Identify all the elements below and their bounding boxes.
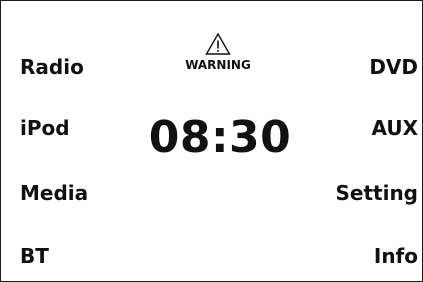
menu-dvd-button[interactable]: DVD [369,55,418,79]
warning-label: WARNING [185,58,251,72]
warning-indicator: WARNING [153,32,283,72]
head-unit-home-screen: Radio iPod Media BT DVD AUX Setting Info… [0,0,423,282]
menu-media-button[interactable]: Media [20,181,88,205]
menu-ipod-button[interactable]: iPod [20,116,70,140]
warning-triangle-icon [205,32,231,55]
menu-bt-button[interactable]: BT [20,244,49,268]
menu-info-button[interactable]: Info [374,244,418,268]
clock-display: 08:30 [148,112,292,163]
menu-setting-button[interactable]: Setting [336,181,419,205]
menu-radio-button[interactable]: Radio [20,55,84,79]
menu-aux-button[interactable]: AUX [371,116,418,140]
